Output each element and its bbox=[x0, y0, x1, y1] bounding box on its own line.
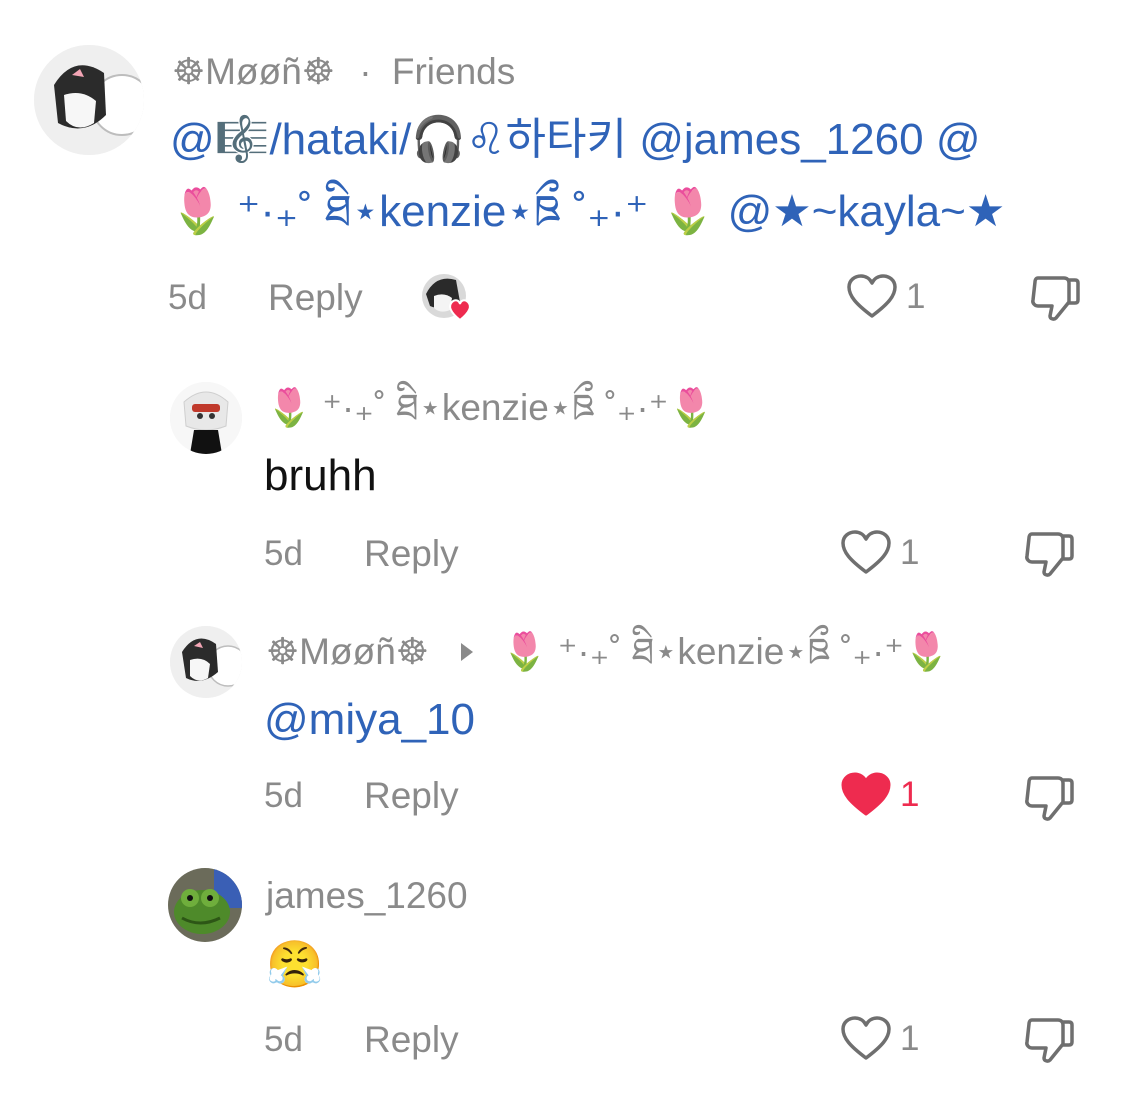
comment-3-reply-to[interactable]: 🌷 ⁺·₊˚ ཐི⋆kenzie⋆ཋྀ ˚₊·⁺🌷 bbox=[502, 631, 950, 672]
comment-4-time: 5d bbox=[264, 1020, 303, 1059]
avatar-moon[interactable] bbox=[34, 45, 144, 155]
heart-icon bbox=[841, 1016, 891, 1060]
friends-label: Friends bbox=[391, 51, 516, 92]
comment-3-like-button[interactable]: 1 bbox=[840, 770, 919, 820]
dislike-icon bbox=[1025, 532, 1074, 577]
comment-4-like-button[interactable]: 1 bbox=[840, 1014, 919, 1064]
comment-3-dislike-button[interactable] bbox=[1020, 770, 1076, 826]
comment-3-text[interactable]: @miya_10 bbox=[264, 684, 475, 756]
comment-3-like-count: 1 bbox=[900, 775, 920, 814]
comment-1-like-count: 1 bbox=[906, 277, 926, 316]
comment-2-dislike-button[interactable] bbox=[1020, 526, 1076, 582]
heart-filled-icon bbox=[841, 772, 891, 816]
comment-1-text-line-1[interactable]: @🎼/hataki/🎧♌하타키 @james_1260 @ bbox=[170, 104, 981, 176]
comment-4-like-count: 1 bbox=[900, 1019, 920, 1058]
heart-icon bbox=[847, 274, 897, 318]
comment-2-reply-button[interactable]: Reply bbox=[364, 532, 459, 576]
dislike-icon bbox=[1031, 276, 1080, 321]
avatar-moon-reply[interactable] bbox=[170, 626, 242, 698]
creator-liked-badge bbox=[420, 272, 476, 324]
avatar-kenzie[interactable] bbox=[170, 382, 242, 454]
comment-3-username[interactable]: ☸Møøñ☸ bbox=[266, 631, 429, 672]
avatar-moon-image bbox=[34, 45, 144, 155]
dislike-icon bbox=[1025, 1018, 1074, 1063]
avatar-kenzie-image bbox=[170, 382, 242, 454]
comment-2-text[interactable]: bruhh bbox=[264, 440, 377, 512]
comment-3-header: ☸Møøñ☸ 🌷 ⁺·₊˚ ཐི⋆kenzie⋆ཋྀ ˚₊·⁺🌷 bbox=[266, 630, 950, 674]
avatar-james[interactable] bbox=[168, 868, 242, 942]
comment-3-reply-button[interactable]: Reply bbox=[364, 774, 459, 818]
comment-4-reply-button[interactable]: Reply bbox=[364, 1018, 459, 1062]
comment-2-like-button[interactable]: 1 bbox=[840, 528, 919, 578]
comment-4-text[interactable]: 😤 bbox=[266, 928, 323, 1000]
comment-1-header: ☸Møøñ☸ · Friends bbox=[172, 50, 515, 94]
avatar-moon-reply-image bbox=[170, 626, 242, 698]
comment-1-text-line-2[interactable]: 🌷 ⁺·₊˚ ཐི⋆kenzie⋆ཋྀ ˚₊·⁺ 🌷 @★~kayla~★ bbox=[170, 176, 1005, 248]
comment-1-like-button[interactable]: 1 bbox=[846, 272, 925, 322]
comment-1-dislike-button[interactable] bbox=[1026, 270, 1082, 326]
comment-2-time: 5d bbox=[264, 534, 303, 573]
comment-4-dislike-button[interactable] bbox=[1020, 1012, 1076, 1068]
dislike-icon bbox=[1025, 776, 1074, 821]
comment-4-username[interactable]: james_1260 bbox=[266, 874, 468, 918]
comment-1-reply-button[interactable]: Reply bbox=[268, 276, 363, 320]
comment-1-time: 5d bbox=[168, 278, 207, 317]
heart-icon bbox=[841, 530, 891, 574]
comment-2-username[interactable]: 🌷 ⁺·₊˚ ཐི⋆kenzie⋆ཋྀ ˚₊·⁺🌷 bbox=[266, 386, 714, 430]
comment-1-username[interactable]: ☸Møøñ☸ bbox=[172, 51, 335, 92]
comment-2-like-count: 1 bbox=[900, 533, 920, 572]
reply-arrow-icon bbox=[461, 643, 474, 662]
comment-3-time: 5d bbox=[264, 776, 303, 815]
avatar-james-image bbox=[168, 868, 242, 942]
header-separator: · bbox=[359, 51, 372, 92]
